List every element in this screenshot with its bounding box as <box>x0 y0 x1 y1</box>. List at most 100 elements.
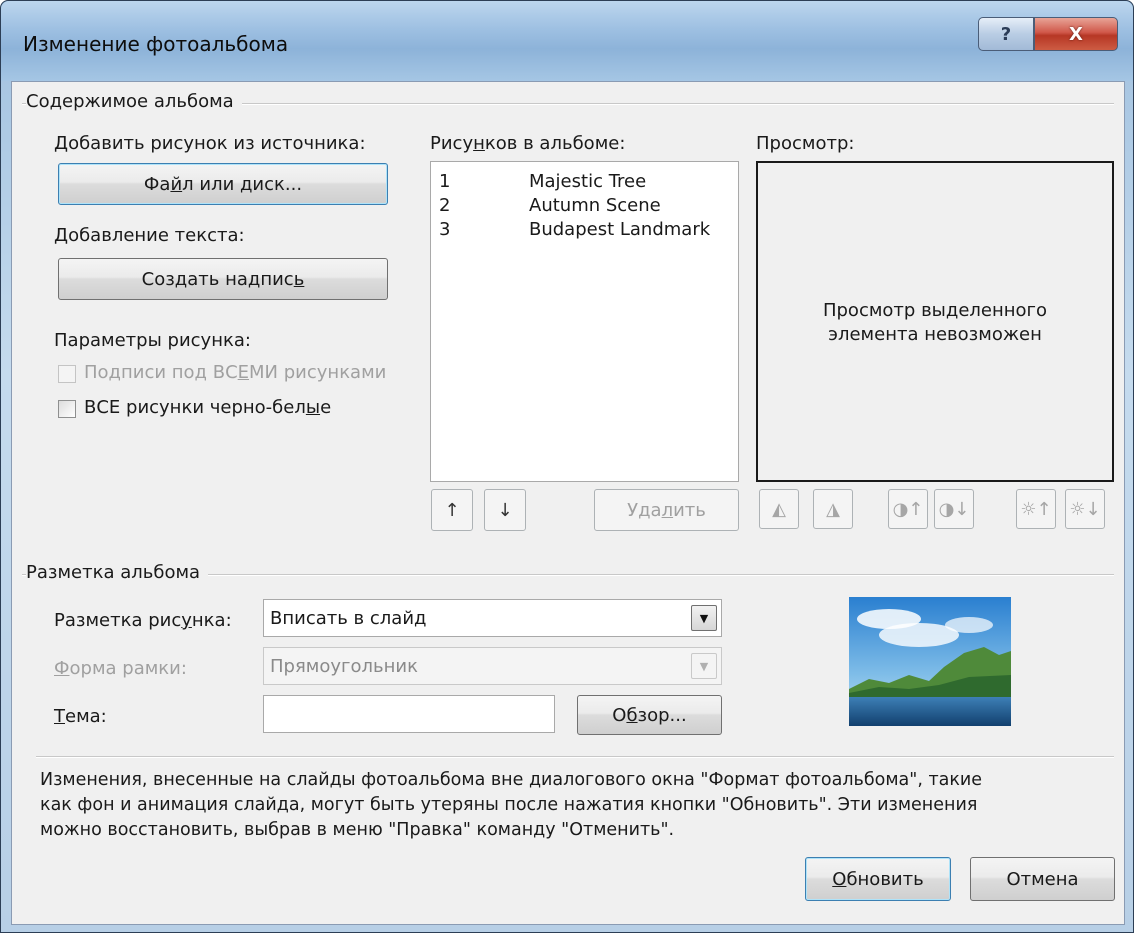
help-button[interactable]: ? <box>978 17 1034 51</box>
rotate-left-icon: ◭ <box>772 498 786 520</box>
pictures-in-album-label: Рисунков в альбоме: <box>430 133 625 154</box>
list-item-number: 3 <box>439 219 451 240</box>
browse-text-b: зор... <box>637 704 687 726</box>
brightness-up-icon: ☼↑ <box>1020 498 1052 520</box>
list-item-number: 1 <box>439 171 451 192</box>
brightness-down-icon: ☼↓ <box>1069 498 1101 520</box>
frame-shape-value: Прямоугольник <box>270 656 418 677</box>
note-separator <box>36 756 1114 758</box>
info-note: Изменения, внесенные на слайды фотоальбо… <box>40 768 982 843</box>
rotate-right-icon: ◮ <box>826 498 840 520</box>
textbox-button-text-a: Создать надпис <box>141 268 294 290</box>
preview-message: Просмотр выделенного элемента невозможен <box>758 299 1112 347</box>
bw-accel: ы <box>305 397 321 418</box>
contrast-down-button[interactable]: ◑↓ <box>934 489 974 529</box>
album-content-group-label: Содержимое альбома <box>26 91 242 112</box>
remove-button[interactable]: Уда л ить <box>594 489 739 531</box>
dialog-title: Изменение фотоальбома <box>23 32 289 56</box>
cancel-text: Отмена <box>1006 868 1079 890</box>
pictures-listbox[interactable]: 1 Majestic Tree 2 Autumn Scene 3 Budapes… <box>430 161 739 482</box>
list-item[interactable]: 3 Budapest Landmark <box>439 219 710 240</box>
all-black-and-white-checkbox[interactable] <box>58 400 76 418</box>
pictures-label-text-b: ков в альбоме: <box>484 133 626 154</box>
contrast-up-icon: ◑↑ <box>892 498 924 520</box>
water-shape <box>849 697 1011 726</box>
bw-text-b: е <box>320 397 332 418</box>
add-picture-from-label: Добавить рисунок из источника: <box>54 133 366 154</box>
captions-below-all-checkbox[interactable] <box>58 365 76 383</box>
move-down-button[interactable]: ↓ <box>484 489 526 531</box>
contrast-down-icon: ◑↓ <box>938 498 970 520</box>
picture-layout-dropdown[interactable]: Вписать в слайд ▼ <box>263 599 722 637</box>
close-button[interactable]: X <box>1034 17 1118 51</box>
list-item-name: Majestic Tree <box>529 171 647 192</box>
all-black-and-white-label: ВСЕ рисунки черно-белые <box>84 397 331 418</box>
captions-text-a: Подписи под ВС <box>84 362 238 383</box>
help-icon: ? <box>1000 23 1012 45</box>
picture-layout-label: Разметка рисунка: <box>54 610 232 631</box>
rotate-right-button[interactable]: ◮ <box>813 489 853 529</box>
file-button-text-a: Фа <box>143 173 171 195</box>
cancel-button[interactable]: Отмена <box>970 857 1115 901</box>
browse-text-a: О <box>612 704 627 726</box>
file-or-disk-button[interactable]: Фа й л или диск... <box>58 163 388 205</box>
update-accel: О <box>832 868 847 890</box>
move-up-button[interactable]: ↑ <box>431 489 473 531</box>
captions-below-all-label: Подписи под ВСЕМИ рисунками <box>84 362 386 383</box>
preview-message-line1: Просмотр выделенного <box>822 300 1048 321</box>
preview-label: Просмотр: <box>756 133 855 154</box>
update-text: бновить <box>846 868 924 890</box>
captions-text-b: МИ рисунками <box>249 362 387 383</box>
theme-label: Тема: <box>54 706 107 727</box>
list-item[interactable]: 1 Majestic Tree <box>439 171 646 192</box>
album-layout-group-label: Разметка альбома <box>26 562 209 583</box>
remove-accel: л <box>661 499 674 521</box>
bw-text-a: ВСЕ рисунки черно-бел <box>84 397 306 418</box>
picture-options-label: Параметры рисунка: <box>54 330 251 351</box>
note-line-2: как фон и анимация слайда, могут быть ут… <box>40 795 978 815</box>
browse-accel: б <box>626 704 638 726</box>
update-button[interactable]: Обновить <box>805 857 951 901</box>
rotate-left-button[interactable]: ◭ <box>759 489 799 529</box>
note-line-3: можно восстановить, выбрав в меню "Правк… <box>40 820 675 840</box>
browse-button[interactable]: Об зор... <box>577 695 722 735</box>
brightness-up-button[interactable]: ☼↑ <box>1016 489 1056 529</box>
theme-text-b: ема: <box>65 706 107 727</box>
captions-accel: Е <box>237 362 250 383</box>
theme-accel: Т <box>54 706 65 727</box>
file-button-accel: й <box>170 173 183 195</box>
cloud-shape <box>945 617 993 633</box>
chevron-down-icon[interactable]: ▼ <box>691 605 717 631</box>
dialog-window: Изменение фотоальбома ? X Содержимое аль… <box>0 0 1134 933</box>
title-bar[interactable]: Изменение фотоальбома ? X <box>1 1 1133 81</box>
picture-layout-accel: у <box>181 610 192 631</box>
new-text-box-button[interactable]: Создать надпис ь <box>58 258 388 300</box>
arrow-down-icon: ↓ <box>497 499 513 521</box>
remove-text-a: Уда <box>627 499 662 521</box>
list-item-name: Budapest Landmark <box>529 219 711 240</box>
frame-shape-label: Форма рамки: <box>54 658 187 679</box>
close-icon: X <box>1069 23 1083 45</box>
remove-text-b: ить <box>673 499 706 521</box>
list-item[interactable]: 2 Autumn Scene <box>439 195 661 216</box>
chevron-down-icon[interactable]: ▼ <box>691 653 717 679</box>
picture-layout-value: Вписать в слайд <box>270 608 427 629</box>
contrast-up-button[interactable]: ◑↑ <box>888 489 928 529</box>
picture-layout-text-b: нка: <box>191 610 232 631</box>
note-line-1: Изменения, внесенные на слайды фотоальбо… <box>40 770 983 790</box>
brightness-down-button[interactable]: ☼↓ <box>1065 489 1105 529</box>
theme-input[interactable] <box>263 695 555 733</box>
layout-preview-image <box>849 597 1011 726</box>
arrow-up-icon: ↑ <box>444 499 460 521</box>
add-text-label: Добавление текста: <box>54 225 245 246</box>
frame-shape-text-b: орма рамки: <box>69 658 187 679</box>
frame-shape-dropdown[interactable]: Прямоугольник ▼ <box>263 647 722 685</box>
preview-pane: Просмотр выделенного элемента невозможен <box>756 161 1114 482</box>
list-item-number: 2 <box>439 195 451 216</box>
list-item-name: Autumn Scene <box>529 195 661 216</box>
textbox-button-accel: ь <box>293 268 305 290</box>
pictures-label-accel: н <box>473 133 485 154</box>
frame-shape-accel: Ф <box>54 658 70 679</box>
pictures-label-text-a: Рису <box>430 133 474 154</box>
picture-layout-text-a: Разметка рис <box>54 610 182 631</box>
